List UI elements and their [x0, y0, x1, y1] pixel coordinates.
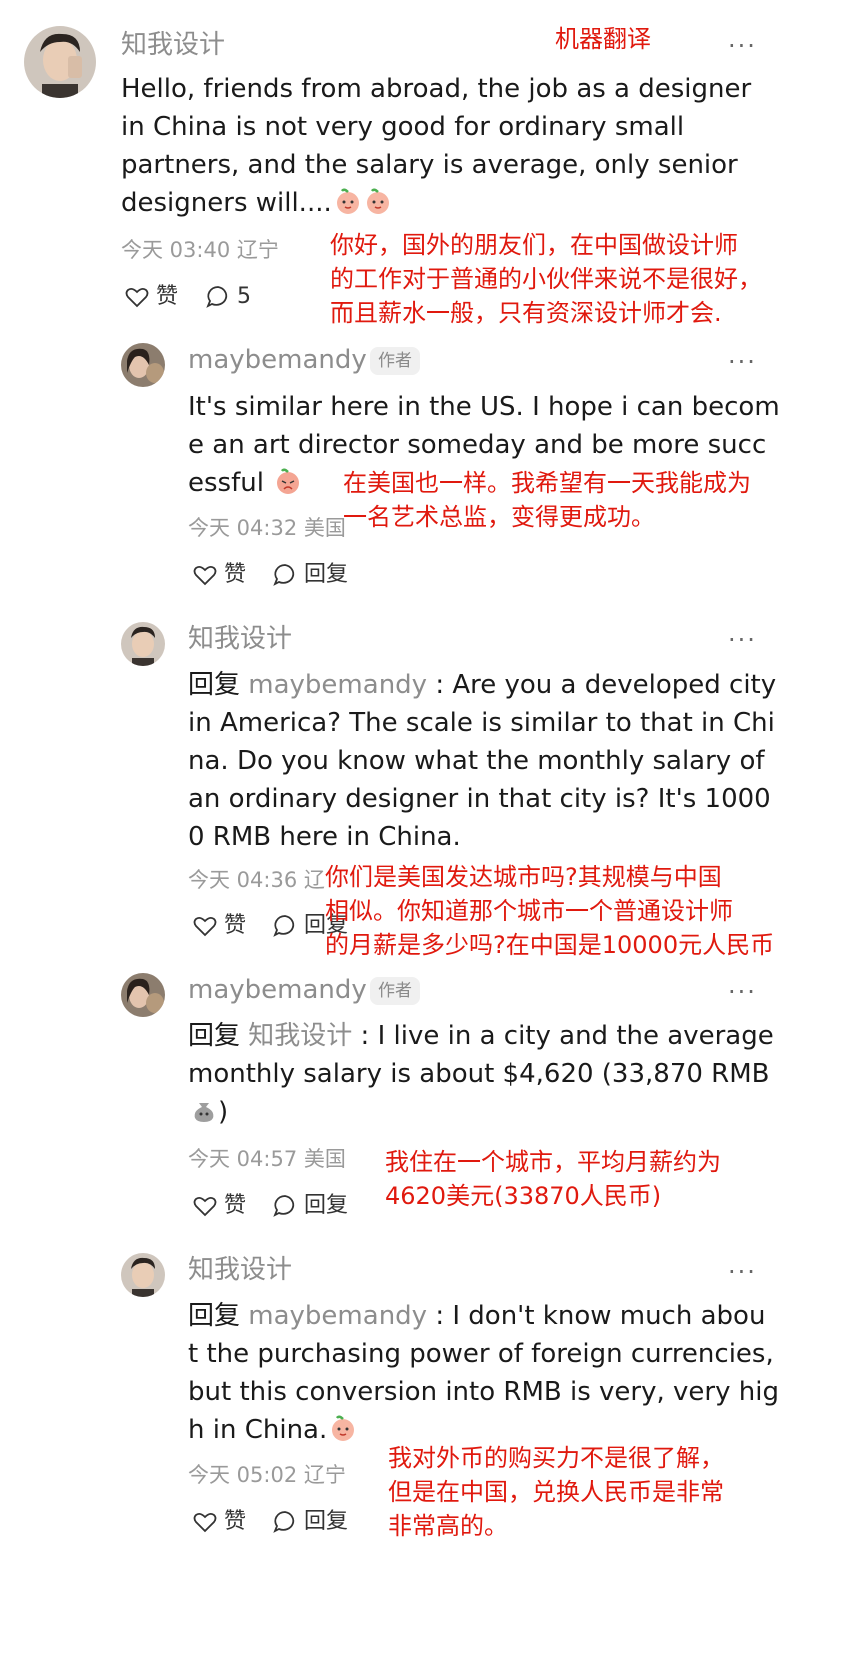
avatar-zhiwo-main[interactable] — [24, 26, 96, 98]
like-button[interactable]: 赞 — [192, 912, 246, 940]
reply-1-translation: 在美国也一样。我希望有一天我能成为 一名艺术总监，变得更成功。 — [343, 469, 751, 531]
money-bag-emoji-icon — [190, 1096, 218, 1124]
heart-icon — [193, 916, 217, 937]
reply-3-translation: 我住在一个城市，平均月薪约为 4620美元(33870人民币) — [385, 1148, 721, 1210]
avatar-maybemandy[interactable] — [121, 343, 165, 387]
avatar-zhiwo[interactable] — [121, 1253, 165, 1297]
more-options-icon[interactable]: ··· — [728, 628, 757, 652]
reply-4-translation: 我对外币的购买力不是很了解， 但是在中国，兑换人民币是非常 非常高的。 — [388, 1444, 724, 1540]
main-username[interactable]: 知我设计 — [121, 29, 225, 61]
reply-4-username[interactable]: 知我设计 — [188, 1254, 292, 1286]
comment-bubble-icon — [273, 564, 295, 586]
avatar-zhiwo[interactable] — [121, 622, 165, 666]
reply-button[interactable]: 回复 — [272, 561, 348, 589]
reply-3-meta: 今天 04:57 美国 — [188, 1147, 346, 1171]
peach-crying-emoji-icon — [274, 467, 302, 495]
reply-mention-link[interactable]: maybemandy — [248, 1301, 427, 1331]
heart-icon — [193, 1196, 217, 1217]
heart-icon — [125, 287, 149, 308]
reply-2-meta: 今天 04:36 辽 — [188, 868, 325, 892]
reply-2-text: 回复 maybemandy : Are you a developed city… — [188, 670, 777, 852]
like-button[interactable]: 赞 — [192, 1508, 246, 1536]
comment-bubble-icon — [206, 286, 228, 308]
more-options-icon[interactable]: ··· — [728, 350, 757, 374]
comment-count-button[interactable]: 5 — [205, 283, 251, 311]
reply-4-text: 回复 maybemandy : I don't know much abou t… — [188, 1301, 779, 1445]
reply-button[interactable]: 回复 — [272, 1192, 348, 1220]
main-comment-text: Hello, friends from abroad, the job as a… — [121, 74, 752, 218]
reply-2-username[interactable]: 知我设计 — [188, 623, 292, 655]
comment-bubble-icon — [273, 1511, 295, 1533]
like-button[interactable]: 赞 — [192, 561, 246, 589]
peach-emoji-icon — [329, 1414, 357, 1442]
reply-3-text: 回复 知我设计 : I live in a city and the avera… — [188, 1021, 774, 1127]
avatar-maybemandy[interactable] — [121, 973, 165, 1017]
reply-4-meta: 今天 05:02 辽宁 — [188, 1463, 346, 1487]
comment-bubble-icon — [273, 1195, 295, 1217]
reply-mention-link[interactable]: 知我设计 — [248, 1021, 352, 1051]
heart-icon — [193, 565, 217, 586]
reply-1-username[interactable]: maybemandy — [188, 344, 367, 376]
main-comment-translation: 你好，国外的朋友们，在中国做设计师 的工作对于普通的小伙伴来说不是很好， 而且薪… — [330, 231, 762, 327]
heart-icon — [193, 1512, 217, 1533]
like-button[interactable]: 赞 — [124, 283, 178, 311]
machine-translation-label: 机器翻译 — [555, 25, 651, 53]
reply-button[interactable]: 回复 — [272, 1508, 348, 1536]
more-options-icon[interactable]: ··· — [728, 980, 757, 1004]
reply-1-meta: 今天 04:32 美国 — [188, 516, 346, 540]
reply-3-username[interactable]: maybemandy — [188, 974, 367, 1006]
reply-2-translation: 你们是美国发达城市吗?其规模与中国 相似。你知道那个城市一个普通设计师 的月薪是… — [325, 863, 775, 959]
peach-emoji-icon — [334, 187, 362, 215]
more-options-icon[interactable]: ··· — [728, 1260, 757, 1284]
reply-mention-link[interactable]: maybemandy — [248, 670, 427, 700]
comment-bubble-icon — [273, 915, 295, 937]
like-button[interactable]: 赞 — [192, 1192, 246, 1220]
author-badge: 作者 — [370, 977, 420, 1005]
author-badge: 作者 — [370, 347, 420, 375]
more-options-icon[interactable]: ··· — [728, 34, 757, 58]
main-comment-meta: 今天 03:40 辽宁 — [121, 238, 279, 262]
peach-emoji-icon — [364, 187, 392, 215]
